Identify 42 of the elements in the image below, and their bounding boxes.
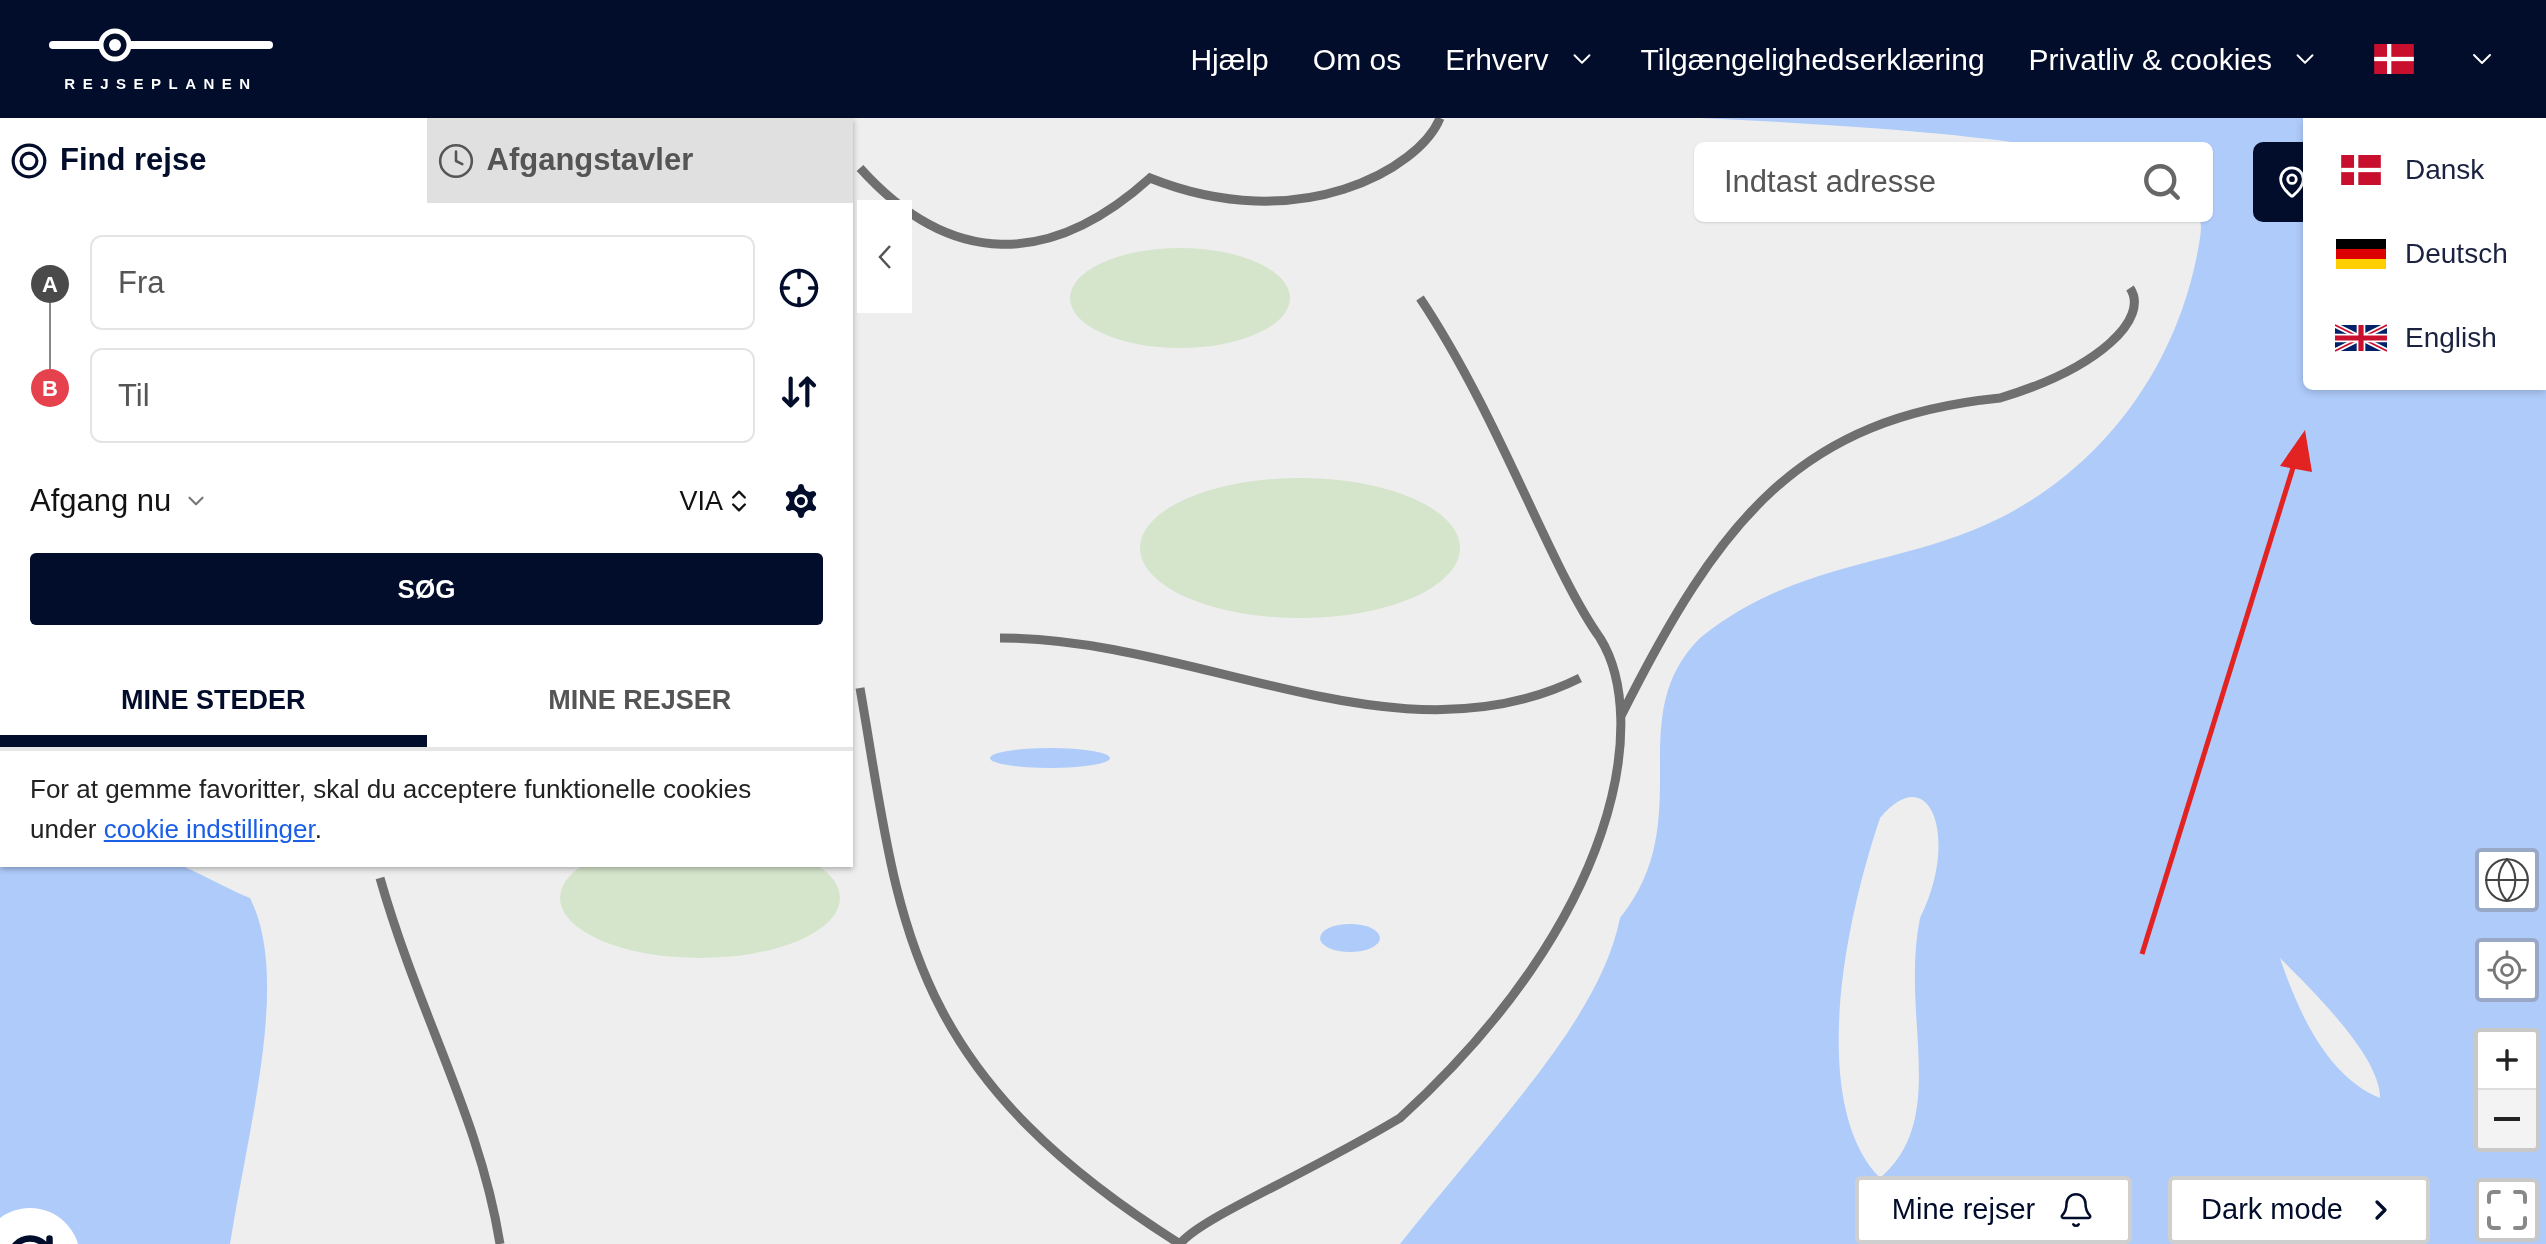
list-tab[interactable]: MINE REJSER [426, 665, 853, 747]
time-selector[interactable]: Afgang nu [30, 477, 210, 525]
clock-icon [436, 141, 475, 180]
panel-tab[interactable]: Afgangstavler [426, 118, 853, 203]
nav-link[interactable]: Privatliv & cookies [2028, 36, 2320, 82]
list-tab[interactable]: MINE STEDER [0, 665, 427, 747]
cookie-notice: For at gemme favoritter, skal du acceptere funktionelle cookies under cookie indstillinger. [30, 773, 753, 846]
via-toggle[interactable]: VIA [679, 480, 753, 522]
language-option[interactable]: English [2303, 296, 2546, 380]
search-icon[interactable] [2141, 161, 2183, 203]
nav-link[interactable]: Om os [1312, 36, 1402, 82]
map-layers-button[interactable] [2475, 848, 2539, 912]
to-field[interactable]: Til [90, 348, 755, 443]
my-location-button[interactable] [2475, 938, 2539, 1002]
cookie-settings-link[interactable]: cookie indstillinger [103, 814, 315, 844]
nav-link[interactable]: Erhverv [1445, 36, 1597, 82]
waypoint-marker: A [31, 265, 69, 303]
flag-icon [2335, 323, 2387, 353]
address-search-field[interactable]: Indtast adresse [1724, 158, 2141, 206]
from-field[interactable]: Fra [90, 235, 755, 330]
locate-icon[interactable] [778, 266, 820, 309]
flag-icon [2335, 239, 2387, 269]
nav-link[interactable]: Tilgængelighedserklæring [1640, 36, 1985, 82]
zoom-out-button[interactable] [2478, 1090, 2536, 1148]
nav-link[interactable]: Hjælp [1190, 36, 1269, 82]
globe-icon [2482, 855, 2532, 905]
chevron-left-icon [877, 243, 892, 270]
target-icon [10, 141, 48, 180]
waypoint-marker: B [31, 369, 69, 407]
fullscreen-button[interactable] [2475, 1178, 2539, 1242]
map-action-button[interactable]: Dark mode [2168, 1176, 2430, 1244]
language-option[interactable]: Dansk [2303, 128, 2546, 212]
search-button[interactable]: SØG [30, 553, 823, 625]
zoom-in-button[interactable] [2478, 1032, 2536, 1090]
map-action-button[interactable]: Mine rejser [1855, 1176, 2132, 1244]
minus-icon [2494, 1117, 2520, 1121]
logo-text: REJSEPLANEN [64, 75, 258, 91]
language-option[interactable]: Deutsch [2303, 212, 2546, 296]
logo-icon [49, 27, 273, 62]
locate-icon [2485, 948, 2529, 992]
panel-tab[interactable]: Find rejse [0, 118, 427, 203]
address-search-bar[interactable]: Indtast adresse [1694, 142, 2213, 222]
